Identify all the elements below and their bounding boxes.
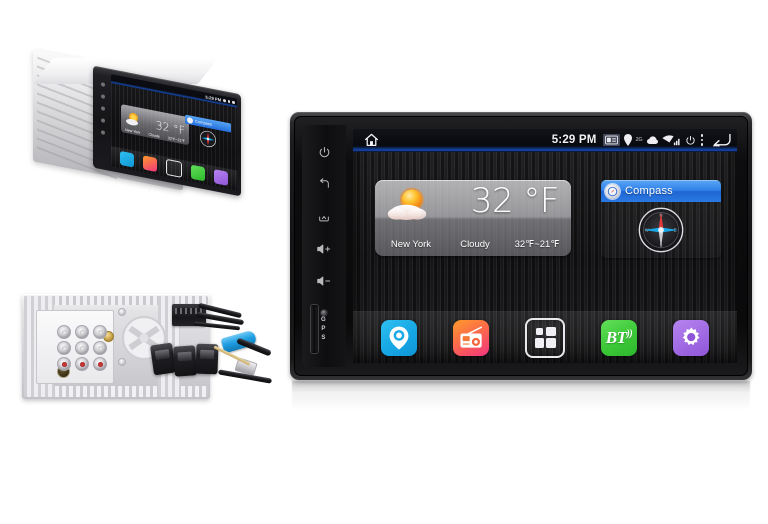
weather-widget-meta: New York Cloudy 32℉~21℉ — [375, 232, 571, 256]
back-button[interactable] — [311, 174, 337, 195]
angled-screen: 5:29 PM 32 °F New York Cloudy 32℉~21℉ Co… — [111, 74, 237, 191]
angled-app-settings — [214, 169, 229, 186]
app-navigation[interactable] — [381, 319, 417, 356]
angled-sun-cloud-icon — [126, 112, 138, 126]
power-status-icon[interactable] — [685, 135, 696, 146]
grid-icon — [534, 327, 556, 348]
status-time: 5:29 PM — [551, 134, 597, 146]
status-bar: 5:29 PM 2G — [353, 129, 737, 152]
angled-app-bluetooth — [191, 164, 206, 182]
compass-badge-icon — [605, 183, 620, 199]
data-badge-icon: 2G — [635, 137, 643, 143]
angled-weather-widget: 32 °F New York Cloudy 32℉~21℉ — [121, 104, 189, 146]
angled-statusbar-icon — [227, 100, 231, 104]
home-button[interactable] — [311, 206, 337, 227]
weather-city: New York — [390, 238, 432, 250]
back-arrow-icon[interactable] — [710, 132, 732, 148]
app-settings[interactable] — [673, 319, 709, 356]
wifi-signal-icon[interactable] — [661, 134, 681, 146]
gps-card-slot[interactable]: GPS — [311, 305, 326, 353]
usb-plug — [172, 345, 198, 377]
rear-screw — [118, 308, 126, 316]
weather-widget-top: 32 °F — [375, 180, 571, 230]
device-bezel: GPS 5:29 PM 2G 32 °F New York Cloudy 32℉… — [294, 116, 748, 376]
angled-weather-cond: Cloudy — [148, 132, 160, 139]
compass-title: Compass — [625, 185, 673, 197]
weather-condition: Cloudy — [460, 238, 490, 250]
sun-cloud-icon — [387, 187, 427, 220]
weather-widget[interactable]: 32 °F New York Cloudy 32℉~21℉ — [375, 180, 571, 256]
more-vertical-icon[interactable] — [700, 134, 703, 146]
angled-statusbar-icon — [223, 99, 226, 103]
rca-connector-grid — [57, 325, 111, 373]
gps-slot-opening — [311, 305, 318, 353]
product-view-angled: 5:29 PM 32 °F New York Cloudy 32℉~21℉ Co… — [32, 49, 241, 197]
home-icon[interactable] — [360, 132, 382, 148]
home-screen: 32 °F New York Cloudy 32℉~21℉ Compass — [353, 152, 737, 311]
angled-app-navigation — [119, 150, 134, 168]
angled-statusbar-time: 5:29 PM — [205, 94, 222, 103]
angled-app-drawer — [165, 158, 182, 178]
compass-widget-body: N E S W — [601, 202, 721, 258]
hardware-button-rail: GPS — [302, 125, 346, 367]
rear-screw — [118, 358, 126, 366]
app-radio[interactable] — [453, 319, 489, 356]
device-reflection — [292, 381, 750, 411]
rear-connector-panel — [36, 310, 114, 384]
angled-compass-badge-icon — [187, 116, 193, 124]
sd-card-icon[interactable] — [602, 134, 620, 146]
app-drawer-button[interactable] — [525, 317, 565, 358]
compass-widget-header: Compass — [601, 180, 721, 202]
fan-hub — [139, 333, 149, 343]
angled-statusbar-icon — [232, 100, 235, 105]
angled-compass-rose-icon — [200, 130, 216, 147]
angled-app-radio — [142, 155, 157, 173]
angled-side-buttons — [96, 75, 109, 162]
bt-text-icon: BT)) — [605, 327, 633, 348]
car-stereo-device: GPS 5:29 PM 2G 32 °F New York Cloudy 32℉… — [290, 112, 752, 380]
angled-weather-range: 32℉~21℉ — [167, 136, 185, 144]
angled-btn-vol-down — [100, 130, 105, 135]
power-button[interactable] — [311, 142, 337, 163]
radio-icon — [459, 326, 482, 348]
compass-rose-icon: N E S W — [638, 207, 684, 253]
compass-badge-glyph — [607, 186, 618, 196]
status-icon-group: 2G — [602, 134, 696, 146]
app-dock: BT)) — [353, 311, 737, 363]
volume-down-button[interactable] — [311, 270, 337, 291]
weather-range: 32℉~21℉ — [514, 238, 560, 250]
usb-plug — [150, 342, 176, 376]
volume-up-button[interactable] — [311, 238, 337, 259]
product-image-stage: 5:29 PM 32 °F New York Cloudy 32℉~21℉ Co… — [0, 0, 768, 524]
product-view-rear — [22, 288, 273, 410]
angled-btn-power — [100, 82, 105, 87]
angled-btn-home — [100, 106, 105, 111]
gps-slot-label: GPS — [321, 316, 326, 341]
angled-btn-vol-up — [100, 118, 105, 123]
gear-icon — [682, 327, 699, 346]
bt-waves: )) — [626, 327, 633, 339]
app-bluetooth[interactable]: BT)) — [601, 319, 637, 356]
angled-btn-back — [100, 94, 105, 99]
weather-temperature: 32 °F — [470, 181, 560, 221]
angled-compass-widget: Compass — [185, 114, 231, 153]
location-pin-icon — [389, 326, 409, 349]
compass-widget[interactable]: Compass — [601, 180, 721, 258]
touchscreen[interactable]: 5:29 PM 2G 32 °F New York Cloudy 32℉~21℉… — [353, 129, 737, 363]
location-pin-icon[interactable] — [623, 134, 632, 146]
cloud-icon[interactable] — [646, 135, 658, 145]
bt-label: BT — [605, 327, 627, 347]
angled-weather-city: New York — [125, 127, 141, 135]
